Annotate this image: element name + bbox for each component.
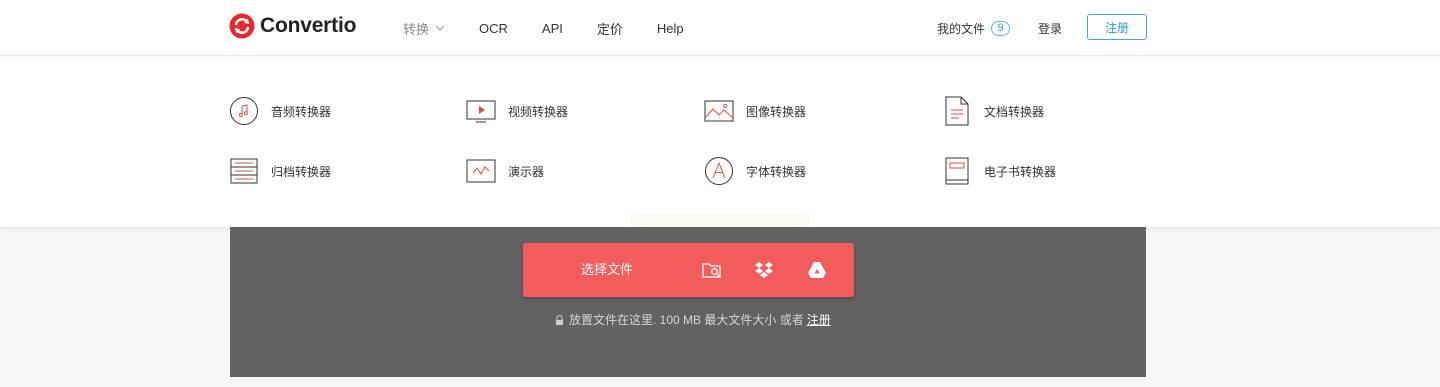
hint-signup-link[interactable]: 注册: [807, 311, 831, 328]
nav-convert-label: 转换: [403, 21, 430, 37]
nav-pricing[interactable]: 定价: [597, 19, 623, 38]
file-count-badge: 9: [991, 20, 1011, 36]
logo[interactable]: Convertio: [229, 13, 356, 39]
main-nav: 转换 OCR API 定价 Help: [403, 0, 718, 56]
choose-files-label: 选择文件: [581, 262, 634, 277]
chevron-down-icon: [435, 25, 445, 31]
my-files-link[interactable]: 我的文件 9: [937, 0, 1011, 56]
font-icon: [705, 157, 733, 185]
menu-audio-converter[interactable]: 音频转换器: [229, 96, 331, 126]
folder-search-icon[interactable]: [702, 260, 722, 280]
menu-label: 字体转换器: [746, 164, 807, 179]
hint-text: 放置文件在这里. 100 MB 最大文件大小 或者: [569, 313, 804, 327]
presentation-icon: [466, 159, 496, 183]
choose-files-button[interactable]: 选择文件: [523, 243, 854, 297]
menu-label: 归档转换器: [271, 164, 332, 179]
upload-hint: 放置文件在这里. 100 MB 最大文件大小 或者 注册: [555, 311, 831, 328]
archive-icon: [230, 158, 258, 184]
image-icon: [704, 100, 734, 122]
menu-label: 音频转换器: [271, 104, 332, 119]
menu-ebook-converter[interactable]: 电子书转换器: [942, 156, 1056, 186]
ebook-icon: [945, 157, 969, 185]
lock-icon: [556, 314, 563, 325]
menu-archive-converter[interactable]: 归档转换器: [229, 156, 331, 186]
nav-ocr[interactable]: OCR: [479, 21, 508, 36]
dropbox-icon[interactable]: [754, 260, 774, 280]
menu-label: 文档转换器: [984, 104, 1045, 119]
google-drive-icon[interactable]: [807, 260, 827, 280]
menu-font-converter[interactable]: 字体转换器: [704, 156, 806, 186]
top-header: Convertio 转换 OCR API 定价 Help 我的文件 9 登录 注…: [0, 0, 1440, 56]
nav-api[interactable]: API: [542, 21, 563, 36]
menu-image-converter[interactable]: 图像转换器: [704, 96, 806, 126]
menu-document-converter[interactable]: 文档转换器: [942, 96, 1044, 126]
menu-label: 电子书转换器: [984, 164, 1057, 179]
menu-presentation-converter[interactable]: 演示器: [466, 156, 544, 186]
logo-text: Convertio: [260, 14, 357, 37]
nav-help[interactable]: Help: [657, 21, 684, 36]
signup-button[interactable]: 注册: [1087, 14, 1147, 40]
menu-label: 图像转换器: [746, 104, 807, 119]
menu-label: 演示器: [508, 164, 545, 179]
login-link[interactable]: 登录: [1038, 0, 1062, 56]
video-play-icon: [466, 100, 496, 123]
music-note-icon: [230, 97, 258, 125]
document-icon: [945, 96, 969, 126]
converter-dropdown: 音频转换器 视频转换器 图像转换器 文档转换器 归档转换器 演示器 字体转换器 …: [0, 57, 1440, 227]
background-strip: [630, 212, 810, 227]
my-files-label: 我的文件: [937, 21, 986, 36]
logo-icon: [229, 13, 255, 39]
menu-label: 视频转换器: [508, 104, 569, 119]
menu-video-converter[interactable]: 视频转换器: [466, 96, 568, 126]
nav-convert[interactable]: 转换: [403, 19, 445, 38]
